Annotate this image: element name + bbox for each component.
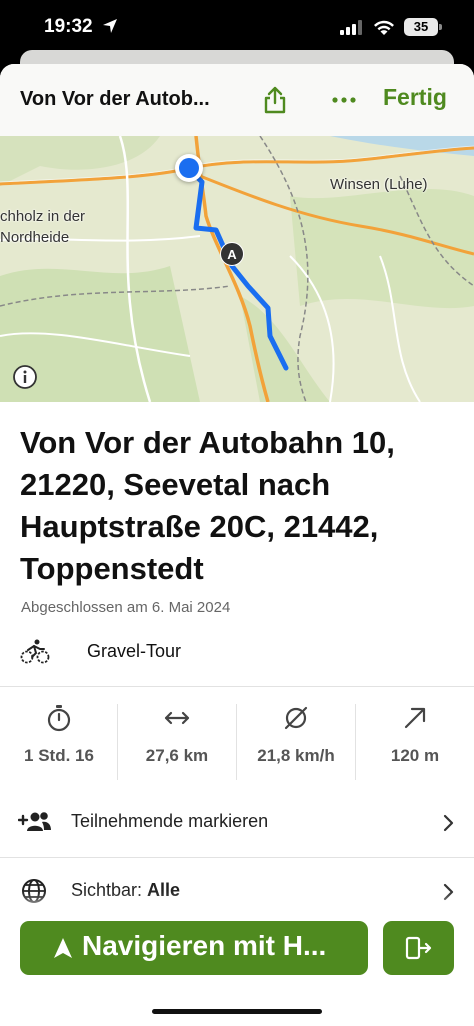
chevron-right-icon	[443, 814, 454, 832]
sport-type-label: Gravel-Tour	[87, 641, 182, 661]
globe-icon	[22, 879, 46, 903]
stat-value: 27,6 km	[145, 746, 209, 765]
send-to-device-icon	[405, 936, 432, 960]
map-label-winsen: Winsen (Luhe)	[330, 176, 428, 193]
navigate-button[interactable]: Navigieren mit H...	[20, 921, 368, 975]
divider	[0, 857, 474, 858]
status-bar: 19:32 35	[0, 0, 474, 52]
average-speed-icon	[284, 706, 308, 730]
route-start-marker	[175, 154, 203, 182]
status-time: 19:32	[44, 16, 93, 37]
stat-average-speed: 21,8 km/h	[237, 704, 355, 784]
location-arrow-icon	[103, 19, 117, 33]
gravel-bike-icon	[20, 639, 50, 664]
cellular-signal-icon	[340, 20, 362, 35]
navigation-arrow-icon	[54, 938, 72, 958]
stat-elevation: 120 m	[356, 704, 474, 784]
navigate-button-label: Navigieren mit H...	[82, 930, 327, 961]
visibility-value: Alle	[147, 880, 181, 900]
add-people-icon	[18, 812, 51, 831]
header-title: Von Vor der Autob...	[20, 88, 210, 110]
battery-indicator: 35	[404, 18, 438, 36]
waypoint-marker: A	[220, 242, 244, 266]
tag-participants-row[interactable]: Teilnehmende markieren	[0, 795, 474, 851]
stopwatch-icon	[47, 705, 71, 732]
stat-value: 1 Std. 16	[24, 746, 94, 765]
elevation-up-icon	[404, 707, 426, 729]
tour-title: Von Vor der Autobahn 10, 21220, Seevetal…	[20, 425, 395, 586]
send-to-device-button[interactable]	[383, 921, 454, 975]
map-label-nordheide: Nordheide	[0, 229, 70, 246]
wifi-icon	[374, 20, 394, 35]
done-button[interactable]: Fertig	[383, 84, 447, 111]
battery-tip	[439, 24, 442, 30]
visibility-prefix: Sichtbar:	[71, 880, 148, 900]
tag-participants-label: Teilnehmende markieren	[71, 811, 269, 831]
stat-value: 120 m	[390, 746, 440, 765]
home-indicator	[152, 1009, 322, 1014]
sheet-header: Von Vor der Autob... Fertig	[0, 64, 474, 136]
share-icon[interactable]	[262, 86, 288, 114]
more-options-icon[interactable]	[330, 90, 358, 110]
route-map[interactable]: Winsen (Luhe) chholz in der Nordheide A	[0, 136, 474, 402]
info-icon[interactable]	[12, 364, 38, 390]
divider	[0, 686, 474, 687]
visibility-label: Sichtbar: Alle	[71, 880, 180, 901]
stat-distance: 27,6 km	[118, 704, 236, 784]
completion-date: Abgeschlossen am 6. Mai 2024	[21, 599, 231, 616]
chevron-right-icon	[443, 883, 454, 901]
tour-sheet: Von Vor der Autob... Fertig Winsen (Luhe…	[0, 64, 474, 1026]
distance-arrows-icon	[164, 711, 190, 725]
stat-value: 21,8 km/h	[257, 746, 335, 765]
map-label-buchholz: chholz in der	[0, 208, 86, 225]
stat-duration: 1 Std. 16	[0, 704, 118, 784]
tour-stats: 1 Std. 16 27,6 km 21,8 km/h 120 m	[0, 704, 474, 784]
